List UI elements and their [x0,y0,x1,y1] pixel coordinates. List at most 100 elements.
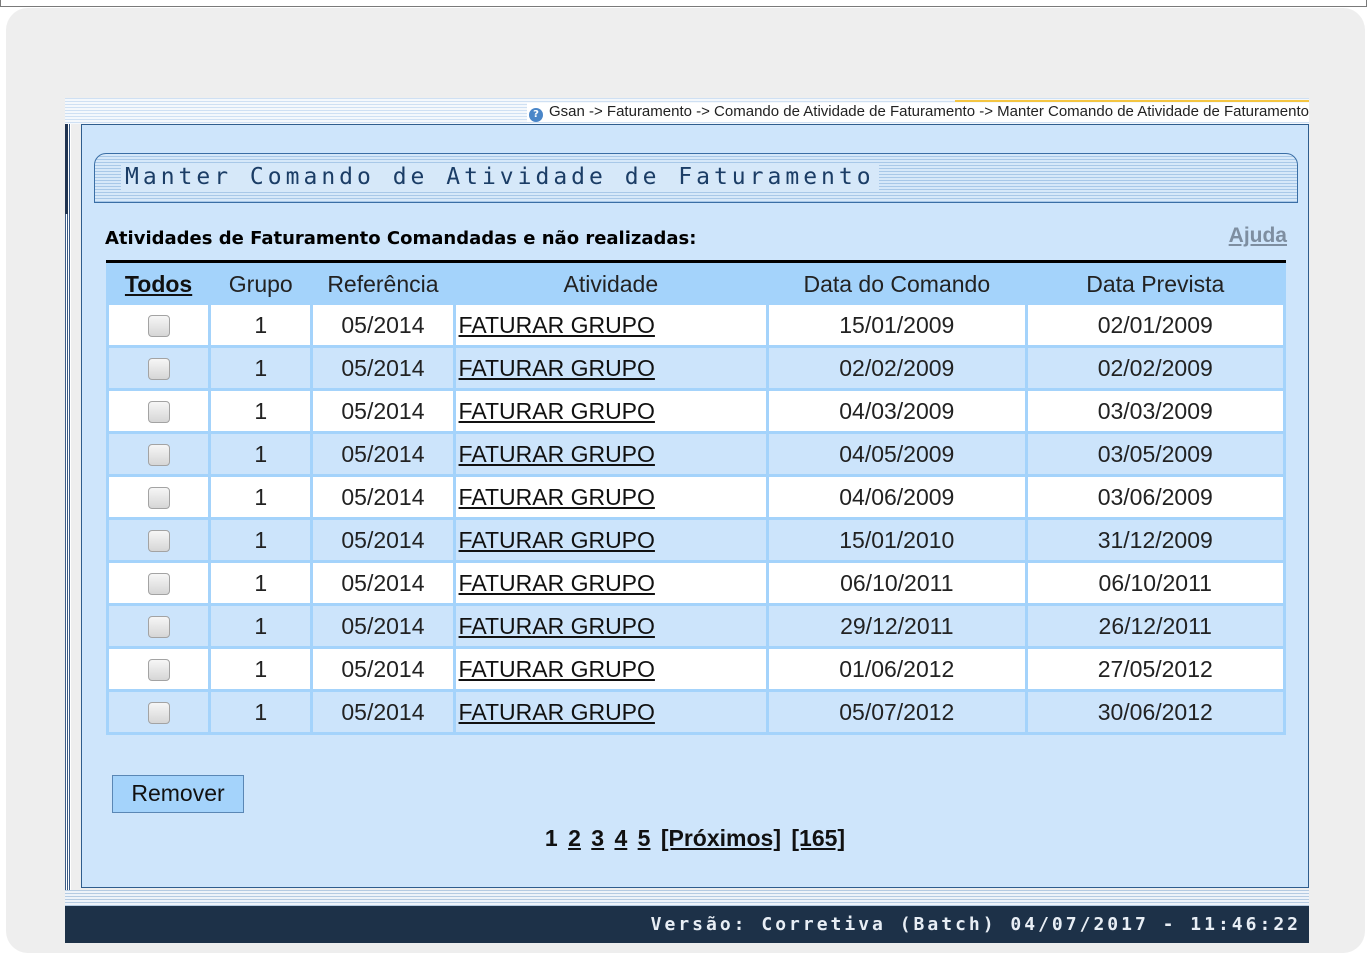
row-checkbox[interactable] [147,530,170,553]
row-checkbox-cell [109,563,209,603]
data-comando-cell: 06/10/2011 [769,563,1025,603]
table-row: 1 05/2014 FATURAR GRUPO 01/06/2012 27/05… [109,649,1283,689]
atividade-link[interactable]: FATURAR GRUPO [459,699,655,725]
last-page-link[interactable]: [165] [791,825,845,851]
page-current: 1 [544,825,558,851]
data-comando-cell: 04/03/2009 [769,391,1025,431]
main-panel: Manter Comando de Atividade de Faturamen… [81,124,1309,888]
row-checkbox[interactable] [147,702,170,725]
table-row: 1 05/2014 FATURAR GRUPO 04/06/2009 03/06… [109,477,1283,517]
atividade-cell: FATURAR GRUPO [455,520,767,560]
referencia-cell: 05/2014 [313,305,453,345]
data-comando-cell: 15/01/2009 [769,305,1025,345]
section-label: Atividades de Faturamento Comandadas e n… [105,228,697,249]
data-comando-cell: 02/02/2009 [769,348,1025,388]
page-link-2[interactable]: 2 [568,825,581,851]
remove-button[interactable]: Remover [112,775,244,813]
referencia-cell: 05/2014 [313,649,453,689]
grupo-cell: 1 [211,391,311,431]
row-checkbox[interactable] [147,487,170,510]
referencia-cell: 05/2014 [313,348,453,388]
row-checkbox[interactable] [147,659,170,682]
atividade-cell: FATURAR GRUPO [455,563,767,603]
atividade-link[interactable]: FATURAR GRUPO [459,527,655,553]
atividade-link[interactable]: FATURAR GRUPO [459,441,655,467]
select-all-link[interactable]: Todos [125,271,192,297]
footer-lines [65,890,1309,906]
page-title: Manter Comando de Atividade de Faturamen… [121,164,879,190]
table-row: 1 05/2014 FATURAR GRUPO 15/01/2009 02/01… [109,305,1283,345]
row-checkbox-cell [109,692,209,732]
data-prevista-cell: 26/12/2011 [1027,606,1283,646]
help-icon[interactable]: ? [528,108,543,122]
table-row: 1 05/2014 FATURAR GRUPO 15/01/2010 31/12… [109,520,1283,560]
data-comando-cell: 05/07/2012 [769,692,1025,732]
table-row: 1 05/2014 FATURAR GRUPO 29/12/2011 26/12… [109,606,1283,646]
data-prevista-cell: 02/01/2009 [1027,305,1283,345]
next-pages-link[interactable]: [Próximos] [661,825,781,851]
row-checkbox-cell [109,520,209,560]
referencia-cell: 05/2014 [313,692,453,732]
atividade-link[interactable]: FATURAR GRUPO [459,398,655,424]
atividade-cell: FATURAR GRUPO [455,434,767,474]
row-checkbox[interactable] [147,358,170,381]
header-referencia: Referência [313,266,453,302]
data-comando-cell: 01/06/2012 [769,649,1025,689]
header-data-prevista: Data Prevista [1027,266,1283,302]
data-prevista-cell: 06/10/2011 [1027,563,1283,603]
left-rail-accent [65,124,68,214]
row-checkbox[interactable] [147,401,170,424]
grupo-cell: 1 [211,434,311,474]
atividade-link[interactable]: FATURAR GRUPO [459,613,655,639]
atividade-cell: FATURAR GRUPO [455,305,767,345]
header-grupo: Grupo [211,266,311,302]
breadcrumb-text: Gsan -> Faturamento -> Comando de Ativid… [548,103,1309,120]
row-checkbox[interactable] [147,573,170,596]
data-prevista-cell: 27/05/2012 [1027,649,1283,689]
atividade-link[interactable]: FATURAR GRUPO [459,570,655,596]
grupo-cell: 1 [211,477,311,517]
referencia-cell: 05/2014 [313,606,453,646]
row-checkbox-cell [109,477,209,517]
data-prevista-cell: 02/02/2009 [1027,348,1283,388]
referencia-cell: 05/2014 [313,520,453,560]
title-tab: Manter Comando de Atividade de Faturamen… [94,153,1298,203]
grupo-cell: 1 [211,520,311,560]
table-row: 1 05/2014 FATURAR GRUPO 06/10/2011 06/10… [109,563,1283,603]
row-checkbox[interactable] [147,444,170,467]
table-header-row: Todos Grupo Referência Atividade Data do… [109,266,1283,302]
atividade-link[interactable]: FATURAR GRUPO [459,484,655,510]
data-prevista-cell: 03/05/2009 [1027,434,1283,474]
row-checkbox-cell [109,606,209,646]
page-link-4[interactable]: 4 [614,825,627,851]
atividade-cell: FATURAR GRUPO [455,692,767,732]
row-checkbox[interactable] [147,616,170,639]
atividade-link[interactable]: FATURAR GRUPO [459,355,655,381]
version-bar: Versão: Corretiva (Batch) 04/07/2017 - 1… [65,906,1309,943]
row-checkbox[interactable] [147,315,170,338]
atividade-cell: FATURAR GRUPO [455,606,767,646]
referencia-cell: 05/2014 [313,563,453,603]
atividade-cell: FATURAR GRUPO [455,391,767,431]
left-rail [65,124,71,890]
atividade-cell: FATURAR GRUPO [455,348,767,388]
referencia-cell: 05/2014 [313,391,453,431]
grupo-cell: 1 [211,563,311,603]
page-link-3[interactable]: 3 [591,825,604,851]
header-atividade: Atividade [455,266,767,302]
row-checkbox-cell [109,348,209,388]
grupo-cell: 1 [211,649,311,689]
help-link[interactable]: Ajuda [1229,224,1287,248]
atividade-cell: FATURAR GRUPO [455,477,767,517]
atividade-link[interactable]: FATURAR GRUPO [459,312,655,338]
data-prevista-cell: 31/12/2009 [1027,520,1283,560]
page-link-5[interactable]: 5 [638,825,651,851]
atividade-link[interactable]: FATURAR GRUPO [459,656,655,682]
data-comando-cell: 04/05/2009 [769,434,1025,474]
atividade-cell: FATURAR GRUPO [455,649,767,689]
header-todos[interactable]: Todos [109,266,209,302]
activities-table: Todos Grupo Referência Atividade Data do… [106,263,1286,735]
version-text: Versão: Corretiva (Batch) 04/07/2017 - 1… [650,914,1301,935]
data-comando-cell: 04/06/2009 [769,477,1025,517]
row-checkbox-cell [109,305,209,345]
